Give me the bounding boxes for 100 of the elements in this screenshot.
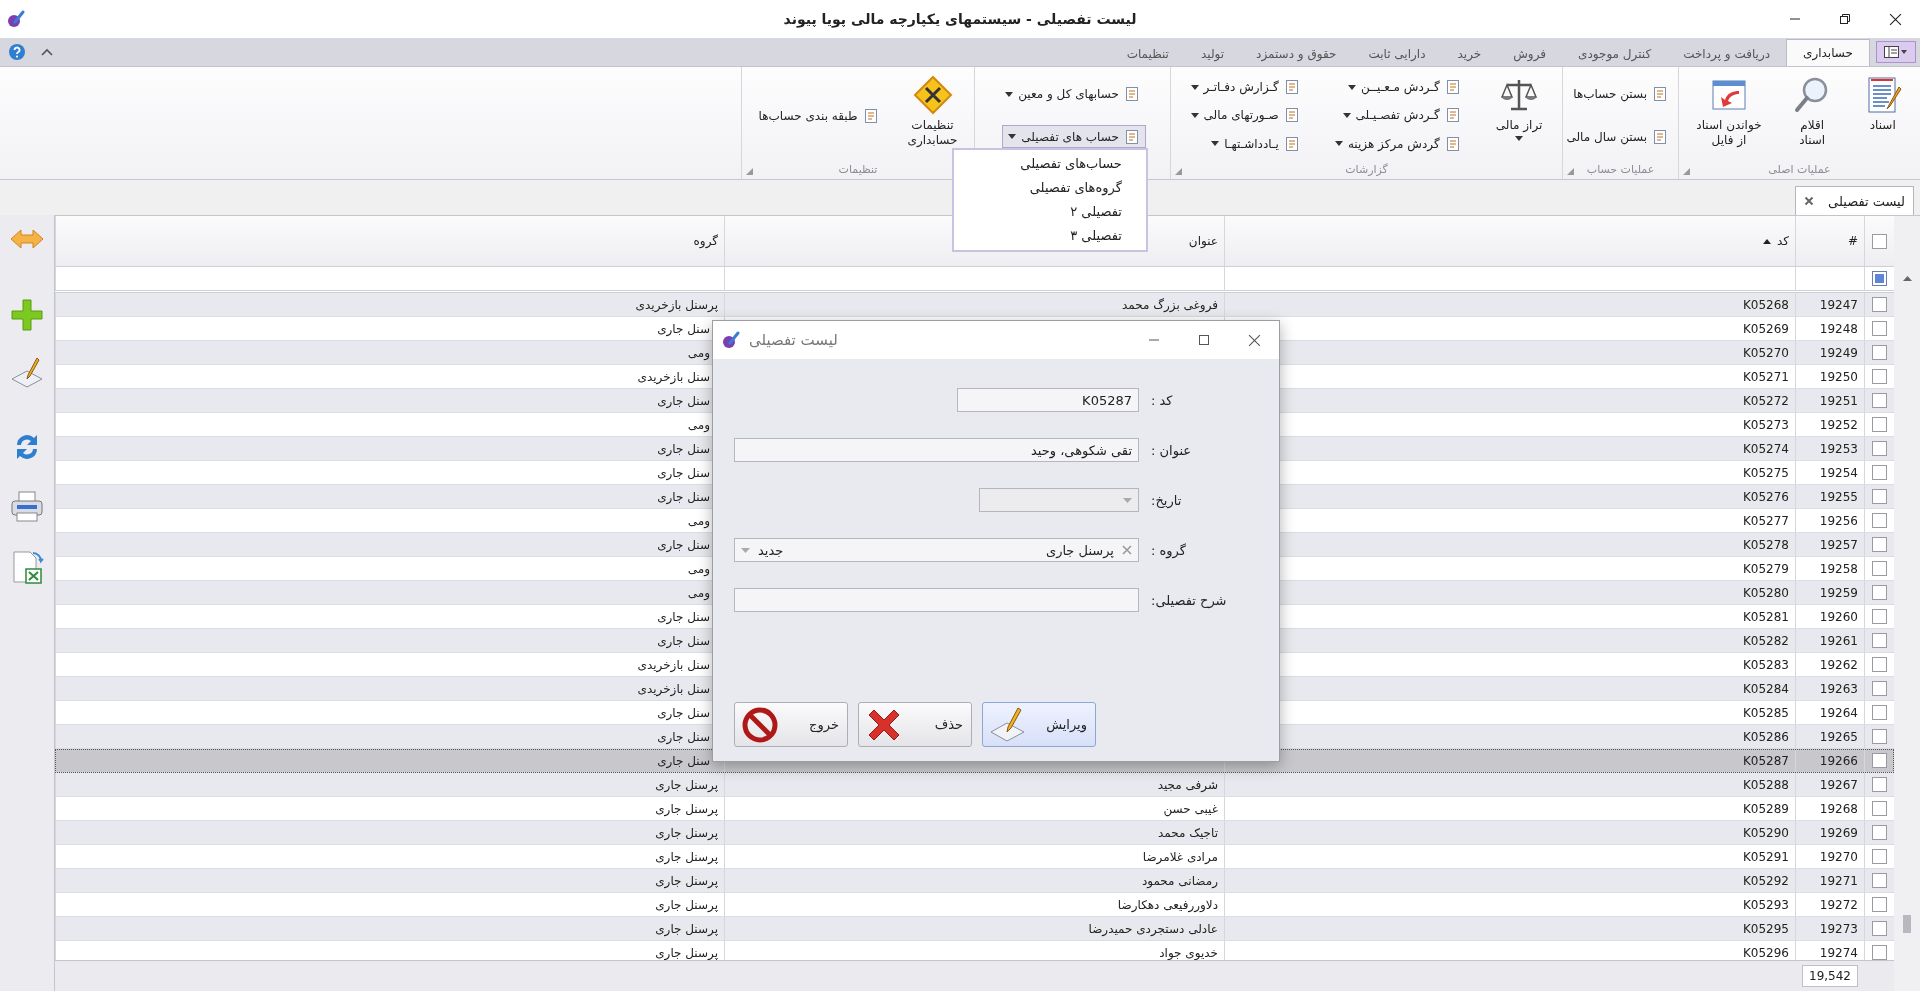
table-cell: 19263 bbox=[1819, 681, 1858, 696]
group-label: تنظیمات bbox=[838, 163, 878, 176]
table-cell: K05292 bbox=[1742, 873, 1789, 888]
table-cell: K05293 bbox=[1742, 897, 1789, 912]
table-cell: K05272 bbox=[1742, 393, 1789, 408]
table-cell: پرسنل جاری bbox=[655, 873, 718, 888]
table-cell: مرادی غلامرضا bbox=[1142, 849, 1218, 864]
table-cell: پرسنل جاری bbox=[655, 801, 718, 816]
table-cell: سنل جاری bbox=[657, 537, 710, 552]
table-cell: 19274 bbox=[1819, 945, 1858, 960]
table-cell: سنل جاری bbox=[657, 489, 710, 504]
table-cell: 19262 bbox=[1819, 657, 1858, 672]
table-cell: ومی bbox=[687, 513, 710, 528]
window-title: لیست تفصیلی - سیستمهای یکپارچه مالی پویا پیوند bbox=[783, 11, 1137, 27]
table-cell: سنل جاری bbox=[657, 729, 710, 744]
table-cell: K05291 bbox=[1742, 849, 1789, 864]
table-cell: خدیوی جواد bbox=[1159, 945, 1218, 960]
table-cell: 19254 bbox=[1819, 465, 1858, 480]
table-cell: پرسنل جاری bbox=[655, 825, 718, 840]
table-cell: K05273 bbox=[1742, 417, 1789, 432]
group-label: عملیات حساب bbox=[1586, 163, 1655, 176]
table-cell: ومی bbox=[687, 345, 710, 360]
table-cell: K05271 bbox=[1742, 369, 1789, 384]
table-cell: پرسنل جاری bbox=[655, 921, 718, 936]
table-cell: K05270 bbox=[1742, 345, 1789, 360]
table-cell: 19270 bbox=[1819, 849, 1858, 864]
table-cell: 19260 bbox=[1819, 609, 1858, 624]
group-label: عملیات اصلی bbox=[1768, 163, 1831, 176]
table-cell: پرسنل بازخریدی bbox=[635, 297, 718, 312]
table-cell: K05285 bbox=[1742, 705, 1789, 720]
field-label: گروه : bbox=[1151, 542, 1187, 558]
table-cell: 19273 bbox=[1819, 921, 1858, 936]
table-cell: K05295 bbox=[1742, 921, 1789, 936]
table-cell: سنل جاری bbox=[657, 321, 710, 336]
table-cell: فروغی بزرگ محمد bbox=[1122, 297, 1218, 312]
table-cell: 19259 bbox=[1819, 585, 1858, 600]
table-cell: ومی bbox=[687, 561, 710, 576]
table-cell: 19261 bbox=[1819, 633, 1858, 648]
table-cell: 19264 bbox=[1819, 705, 1858, 720]
table-cell: K05280 bbox=[1742, 585, 1789, 600]
table-cell: K05282 bbox=[1742, 633, 1789, 648]
table-cell: K05276 bbox=[1742, 489, 1789, 504]
table-cell: 19253 bbox=[1819, 441, 1858, 456]
table-cell: K05283 bbox=[1742, 657, 1789, 672]
table-cell: دلاوررفیعی دهکارضا bbox=[1117, 897, 1218, 912]
table-cell: 19271 bbox=[1819, 873, 1858, 888]
table-cell: K05286 bbox=[1742, 729, 1789, 744]
table-cell: 19272 bbox=[1819, 897, 1858, 912]
table-cell: سنل جاری bbox=[657, 753, 710, 768]
table-cell: K05278 bbox=[1742, 537, 1789, 552]
field-label: عنوان : bbox=[1151, 442, 1193, 458]
table-cell: 19255 bbox=[1819, 489, 1858, 504]
field-label: کد : bbox=[1151, 392, 1174, 408]
table-cell: 19268 bbox=[1819, 801, 1858, 816]
table-cell: K05268 bbox=[1742, 297, 1789, 312]
table-cell: ومی bbox=[687, 585, 710, 600]
table-cell: ومی bbox=[687, 417, 710, 432]
table-cell: 19267 bbox=[1819, 777, 1858, 792]
table-cell: 19266 bbox=[1819, 753, 1858, 768]
table-cell: تاجیک محمد bbox=[1158, 825, 1218, 840]
table-cell: K05289 bbox=[1742, 801, 1789, 816]
table-cell: K05277 bbox=[1742, 513, 1789, 528]
table-cell: 19251 bbox=[1819, 393, 1858, 408]
table-cell: پرسنل جاری bbox=[655, 777, 718, 792]
table-cell: 19249 bbox=[1819, 345, 1858, 360]
record-count: 19,542 bbox=[1802, 965, 1858, 987]
table-cell: K05290 bbox=[1742, 825, 1789, 840]
table-cell: K05287 bbox=[1742, 753, 1789, 768]
table-cell: K05275 bbox=[1742, 465, 1789, 480]
dialog-title: لیست تفصیلی bbox=[749, 331, 838, 349]
table-cell: K05281 bbox=[1742, 609, 1789, 624]
table-cell: سنل بازخریدی bbox=[637, 657, 710, 672]
table-cell: سنل بازخریدی bbox=[637, 369, 710, 384]
table-cell: سنل جاری bbox=[657, 441, 710, 456]
table-cell: پرسنل جاری bbox=[655, 849, 718, 864]
table-cell: سنل جاری bbox=[657, 465, 710, 480]
table-cell: عادلی دستجردی حمیدرضا bbox=[1088, 921, 1218, 936]
table-cell: 19265 bbox=[1819, 729, 1858, 744]
table-cell: K05279 bbox=[1742, 561, 1789, 576]
table-cell: سنل جاری bbox=[657, 633, 710, 648]
table-cell: رمضانی محمود bbox=[1141, 873, 1218, 888]
table-cell: K05274 bbox=[1742, 441, 1789, 456]
table-cell: K05284 bbox=[1742, 681, 1789, 696]
table-cell: K05288 bbox=[1742, 777, 1789, 792]
group-label: گزارشات bbox=[1345, 163, 1388, 176]
field-label: تاریخ: bbox=[1151, 492, 1183, 508]
table-cell: 19250 bbox=[1819, 369, 1858, 384]
table-cell: 19247 bbox=[1819, 297, 1858, 312]
table-cell: پرسنل جاری bbox=[655, 897, 718, 912]
field-label: شرح تفصیلی: bbox=[1151, 592, 1228, 608]
table-cell: شرفی مجید bbox=[1157, 777, 1218, 792]
table-cell: سنل جاری bbox=[657, 609, 710, 624]
table-cell: 19252 bbox=[1819, 417, 1858, 432]
table-cell: سنل بازخریدی bbox=[637, 681, 710, 696]
table-cell: 19257 bbox=[1819, 537, 1858, 552]
table-cell: 19258 bbox=[1819, 561, 1858, 576]
table-cell: 19248 bbox=[1819, 321, 1858, 336]
table-cell: سنل جاری bbox=[657, 393, 710, 408]
table-cell: 19269 bbox=[1819, 825, 1858, 840]
table-cell: K05269 bbox=[1742, 321, 1789, 336]
